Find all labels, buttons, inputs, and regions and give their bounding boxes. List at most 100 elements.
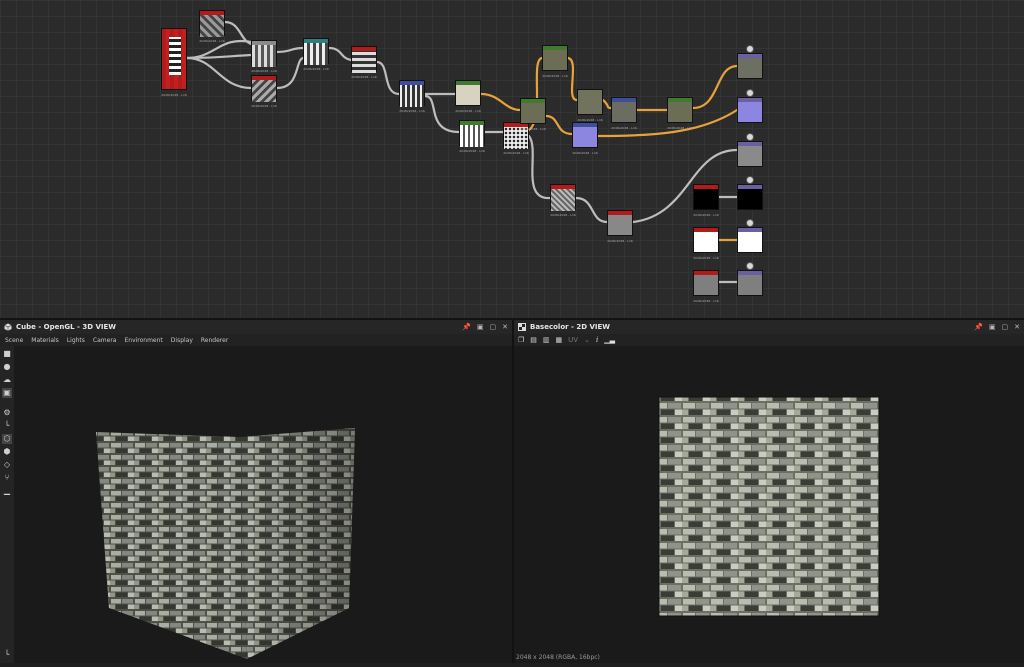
graph-node[interactable]: 2048x2048 - L16	[693, 227, 719, 260]
maximize-icon[interactable]: ▢	[1002, 323, 1009, 331]
histogram-icon[interactable]: ▁▃	[604, 336, 615, 344]
node-caption: 2048x2048 - L16	[251, 104, 277, 108]
menu-camera[interactable]: Camera	[93, 337, 117, 344]
menu-renderer[interactable]: Renderer	[201, 337, 228, 344]
display-icon[interactable]: ▣	[2, 388, 12, 398]
node-caption: 2048x2048 - L16	[693, 213, 719, 217]
export-icon[interactable]: ▥	[543, 336, 550, 344]
wire	[527, 134, 552, 200]
wire	[275, 46, 305, 54]
uv-dropdown[interactable]: UV	[568, 336, 578, 344]
node-caption: 2048x2048 - L16	[607, 239, 633, 243]
wire	[423, 94, 461, 134]
menu-environment[interactable]: Environment	[124, 337, 162, 344]
node-caption: 2048x2048 - L16	[693, 299, 719, 303]
wire	[601, 98, 613, 110]
graph-node[interactable]: 2048x2048 - L16	[693, 184, 719, 217]
wire	[566, 56, 579, 102]
output-icon[interactable]	[746, 89, 754, 97]
view-2d-panel: Basecolor - 2D VIEW 📌 ▣ ▢ ✕ ❐ ▤ ▥ ▦ UV ⌄…	[514, 320, 1024, 663]
graph-node[interactable]: 2048x2048 - L16	[199, 10, 225, 43]
graph-node[interactable]: 2048x2048 - L16	[251, 40, 277, 73]
output-node[interactable]	[737, 176, 763, 210]
graph-node[interactable]: 2048x2048 - L16	[611, 97, 637, 130]
output-node[interactable]	[737, 262, 763, 296]
panel-title-bar[interactable]: Cube - OpenGL - 3D VIEW 📌 ▣ ▢ ✕	[0, 320, 512, 334]
wire	[327, 46, 353, 62]
graph-node[interactable]: 2048x2048 - L16	[667, 97, 693, 130]
output-icon[interactable]	[746, 45, 754, 53]
graph-node[interactable]: 2048x2048 - L16	[455, 80, 481, 113]
chart-icon[interactable]: ▁	[2, 486, 12, 496]
node-caption: 2048x2048 - L16	[520, 127, 546, 131]
float-icon[interactable]: ▣	[989, 323, 996, 331]
graph-node[interactable]: 2048x2048 - L16	[351, 46, 377, 79]
graph-node[interactable]: 2048x2048 - L16	[520, 98, 546, 131]
menu-scene[interactable]: Scene	[5, 337, 23, 344]
view-3d-panel: Cube - OpenGL - 3D VIEW 📌 ▣ ▢ ✕ Scene Ma…	[0, 320, 512, 663]
graph-node[interactable]: 2048x2048 - L16	[459, 120, 485, 153]
viewport-2d[interactable]: 2048 x 2048 (RGBA, 16bpc)	[514, 346, 1024, 663]
menu-display[interactable]: Display	[171, 337, 193, 344]
output-node[interactable]	[737, 219, 763, 253]
node-caption: 2048x2048 - L16	[251, 69, 277, 73]
menu-materials[interactable]: Materials	[31, 337, 59, 344]
info-icon[interactable]: i	[596, 336, 598, 344]
cube-outline-icon[interactable]: ⬢	[2, 447, 12, 457]
close-icon[interactable]: ✕	[1014, 323, 1020, 331]
graph-node[interactable]: 2048x2048 - L16	[303, 38, 329, 71]
sphere-icon[interactable]: ⑂	[2, 473, 12, 483]
output-node[interactable]	[737, 89, 763, 123]
plane-icon[interactable]: ◇	[2, 460, 12, 470]
menu-lights[interactable]: Lights	[67, 337, 85, 344]
node-graph-canvas[interactable]: 2048x2048 - L16 2048x2048 - L16 2048x204…	[0, 0, 1024, 318]
graph-node[interactable]: 2048x2048 - L16	[550, 184, 576, 217]
node-caption: 2048x2048 - L16	[161, 93, 187, 97]
panel-title-bar[interactable]: Basecolor - 2D VIEW 📌 ▣ ▢ ✕	[514, 320, 1024, 334]
copy-icon[interactable]: ❐	[518, 336, 524, 344]
light-icon[interactable]: ●	[2, 362, 12, 372]
cube-icon[interactable]: ⬡	[2, 434, 12, 444]
node-caption: 2048x2048 - L16	[399, 109, 425, 113]
graph-node[interactable]: 2048x2048 - L16	[161, 28, 187, 97]
graph-node[interactable]: 2048x2048 - L16	[577, 89, 603, 122]
view-2d-toolbar: ❐ ▤ ▥ ▦ UV ⌄ i ▁▃	[514, 334, 1024, 346]
node-caption: 2048x2048 - L16	[667, 126, 693, 130]
fit-icon[interactable]: ▦	[556, 336, 563, 344]
environment-icon[interactable]: ☁	[2, 375, 12, 385]
axis-gizmo-icon: └	[4, 650, 10, 659]
graph-node[interactable]: 2048x2048 - L16	[503, 122, 529, 155]
output-node[interactable]	[737, 45, 763, 79]
camera-icon[interactable]: ■	[2, 349, 12, 359]
node-caption: 2048x2048 - L16	[503, 151, 529, 155]
close-icon[interactable]: ✕	[502, 323, 508, 331]
output-node[interactable]	[737, 133, 763, 167]
texture-image	[658, 396, 880, 617]
graph-node[interactable]: 2048x2048 - L16	[542, 45, 568, 78]
graph-wires	[185, 20, 739, 284]
panel-title: Cube - OpenGL - 3D VIEW	[16, 323, 116, 331]
float-icon[interactable]: ▣	[477, 323, 484, 331]
graph-node[interactable]: 2048x2048 - L16	[572, 122, 598, 155]
save-icon[interactable]: ▤	[530, 336, 537, 344]
wire	[185, 56, 253, 90]
axis-icon[interactable]: └	[2, 421, 12, 431]
output-icon[interactable]	[746, 133, 754, 141]
maximize-icon[interactable]: ▢	[490, 323, 497, 331]
wire	[479, 92, 522, 112]
graph-node[interactable]: 2048x2048 - L16	[251, 75, 277, 108]
pin-icon[interactable]: 📌	[974, 323, 983, 331]
graph-node[interactable]: 2048x2048 - L16	[693, 270, 719, 303]
cube-render	[96, 428, 355, 659]
output-icon[interactable]	[746, 176, 754, 184]
graph-node[interactable]: 2048x2048 - L16	[399, 80, 425, 113]
chevron-down-icon[interactable]: ⌄	[584, 336, 590, 344]
output-icon[interactable]	[746, 219, 754, 227]
graph-node[interactable]: 2048x2048 - L16	[607, 210, 633, 243]
node-caption: 2048x2048 - L16	[351, 75, 377, 79]
viewport-3d[interactable]	[14, 346, 512, 663]
wire	[275, 56, 305, 90]
output-icon[interactable]	[746, 262, 754, 270]
render-icon[interactable]: ⚙	[2, 408, 12, 418]
pin-icon[interactable]: 📌	[462, 323, 471, 331]
